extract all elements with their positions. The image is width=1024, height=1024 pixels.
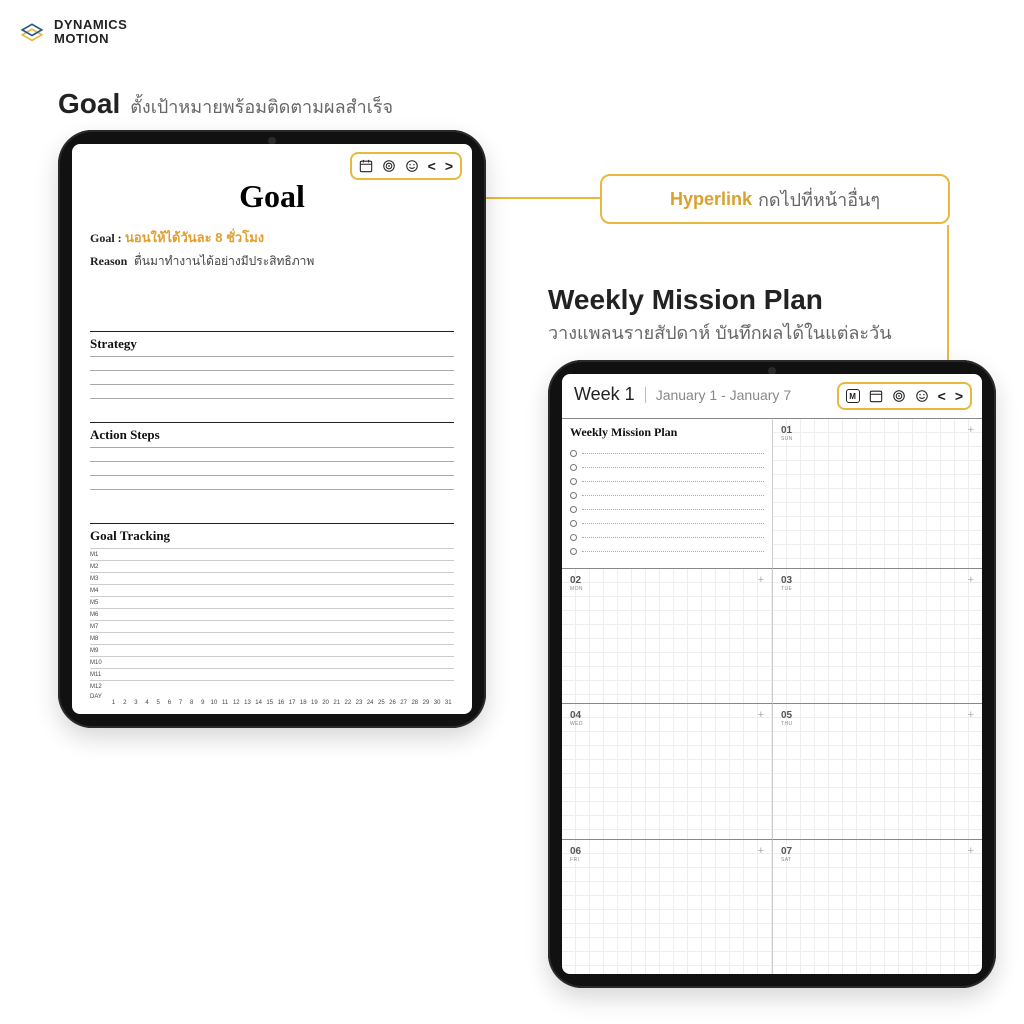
- week-section-title: Weekly Mission Plan: [548, 284, 823, 316]
- next-button[interactable]: >: [445, 158, 453, 174]
- tracking-days-row: 1234567891011121314151617181920212223242…: [108, 700, 454, 706]
- strategy-heading: Strategy: [90, 331, 454, 352]
- goal-toolbar: < >: [350, 152, 462, 180]
- weekly-mission-plan-cell[interactable]: Weekly Mission Plan: [562, 418, 772, 568]
- reason-label: Reason: [90, 254, 127, 268]
- goal-section-title: Goal ตั้งเป้าหมายพร้อมติดตามผลสำเร็จ: [58, 88, 393, 121]
- prev-button[interactable]: <: [938, 388, 946, 404]
- day-cell[interactable]: 02MON+: [562, 568, 772, 703]
- goal-value: นอนให้ได้วันละ 8 ชั่วโมง: [125, 230, 264, 245]
- tablet-goal: < > Goal Goal : นอนให้ได้วันละ 8 ชั่วโมง…: [58, 130, 486, 728]
- day-cell[interactable]: 04WED+: [562, 703, 772, 838]
- day-cell[interactable]: 05THU+: [772, 703, 982, 838]
- prev-button[interactable]: <: [428, 158, 436, 174]
- calendar-icon[interactable]: [359, 159, 373, 173]
- reason-value: ตื่นมาทำงานได้อย่างมีประสิทธิภาพ: [134, 254, 314, 268]
- week-header: Week 1 January 1 - January 7: [574, 384, 791, 405]
- next-button[interactable]: >: [955, 388, 963, 404]
- target-icon[interactable]: [382, 159, 396, 173]
- brand-line2: MOTION: [54, 32, 127, 46]
- month-badge-icon[interactable]: M: [846, 389, 860, 403]
- week-toolbar: M < >: [837, 382, 972, 410]
- calendar-icon[interactable]: [869, 389, 883, 403]
- target-icon[interactable]: [892, 389, 906, 403]
- smile-icon[interactable]: [405, 159, 419, 173]
- hyperlink-callout: Hyperlink กดไปที่หน้าอื่นๆ: [600, 174, 950, 224]
- tablet-weekly: Week 1 January 1 - January 7 M < > Weekl…: [548, 360, 996, 988]
- brand-line1: DYNAMICS: [54, 18, 127, 32]
- day-cell[interactable]: 06FRI+: [562, 839, 772, 974]
- day-cell[interactable]: 07SAT+: [772, 839, 982, 974]
- week-grid: Weekly Mission Plan01SUN+02MON+03TUE+04W…: [562, 418, 982, 974]
- action-heading: Action Steps: [90, 422, 454, 443]
- week-section-subtitle: วางแพลนรายสัปดาห์ บันทึกผลได้ในแต่ละวัน: [548, 318, 892, 347]
- goal-page-title: Goal: [72, 178, 472, 215]
- day-cell[interactable]: 01SUN+: [772, 418, 982, 568]
- connector-line-2: [945, 225, 951, 375]
- tracking-grid: M1M2M3M4M5M6M7M8M9M10M11M12: [90, 548, 454, 692]
- day-cell[interactable]: 03TUE+: [772, 568, 982, 703]
- brand-logo: DYNAMICS MOTION: [18, 18, 127, 47]
- tracking-heading: Goal Tracking: [90, 523, 454, 544]
- goal-label: Goal :: [90, 231, 122, 245]
- logo-mark-icon: [18, 18, 46, 46]
- connector-line-1: [470, 195, 600, 201]
- smile-icon[interactable]: [915, 389, 929, 403]
